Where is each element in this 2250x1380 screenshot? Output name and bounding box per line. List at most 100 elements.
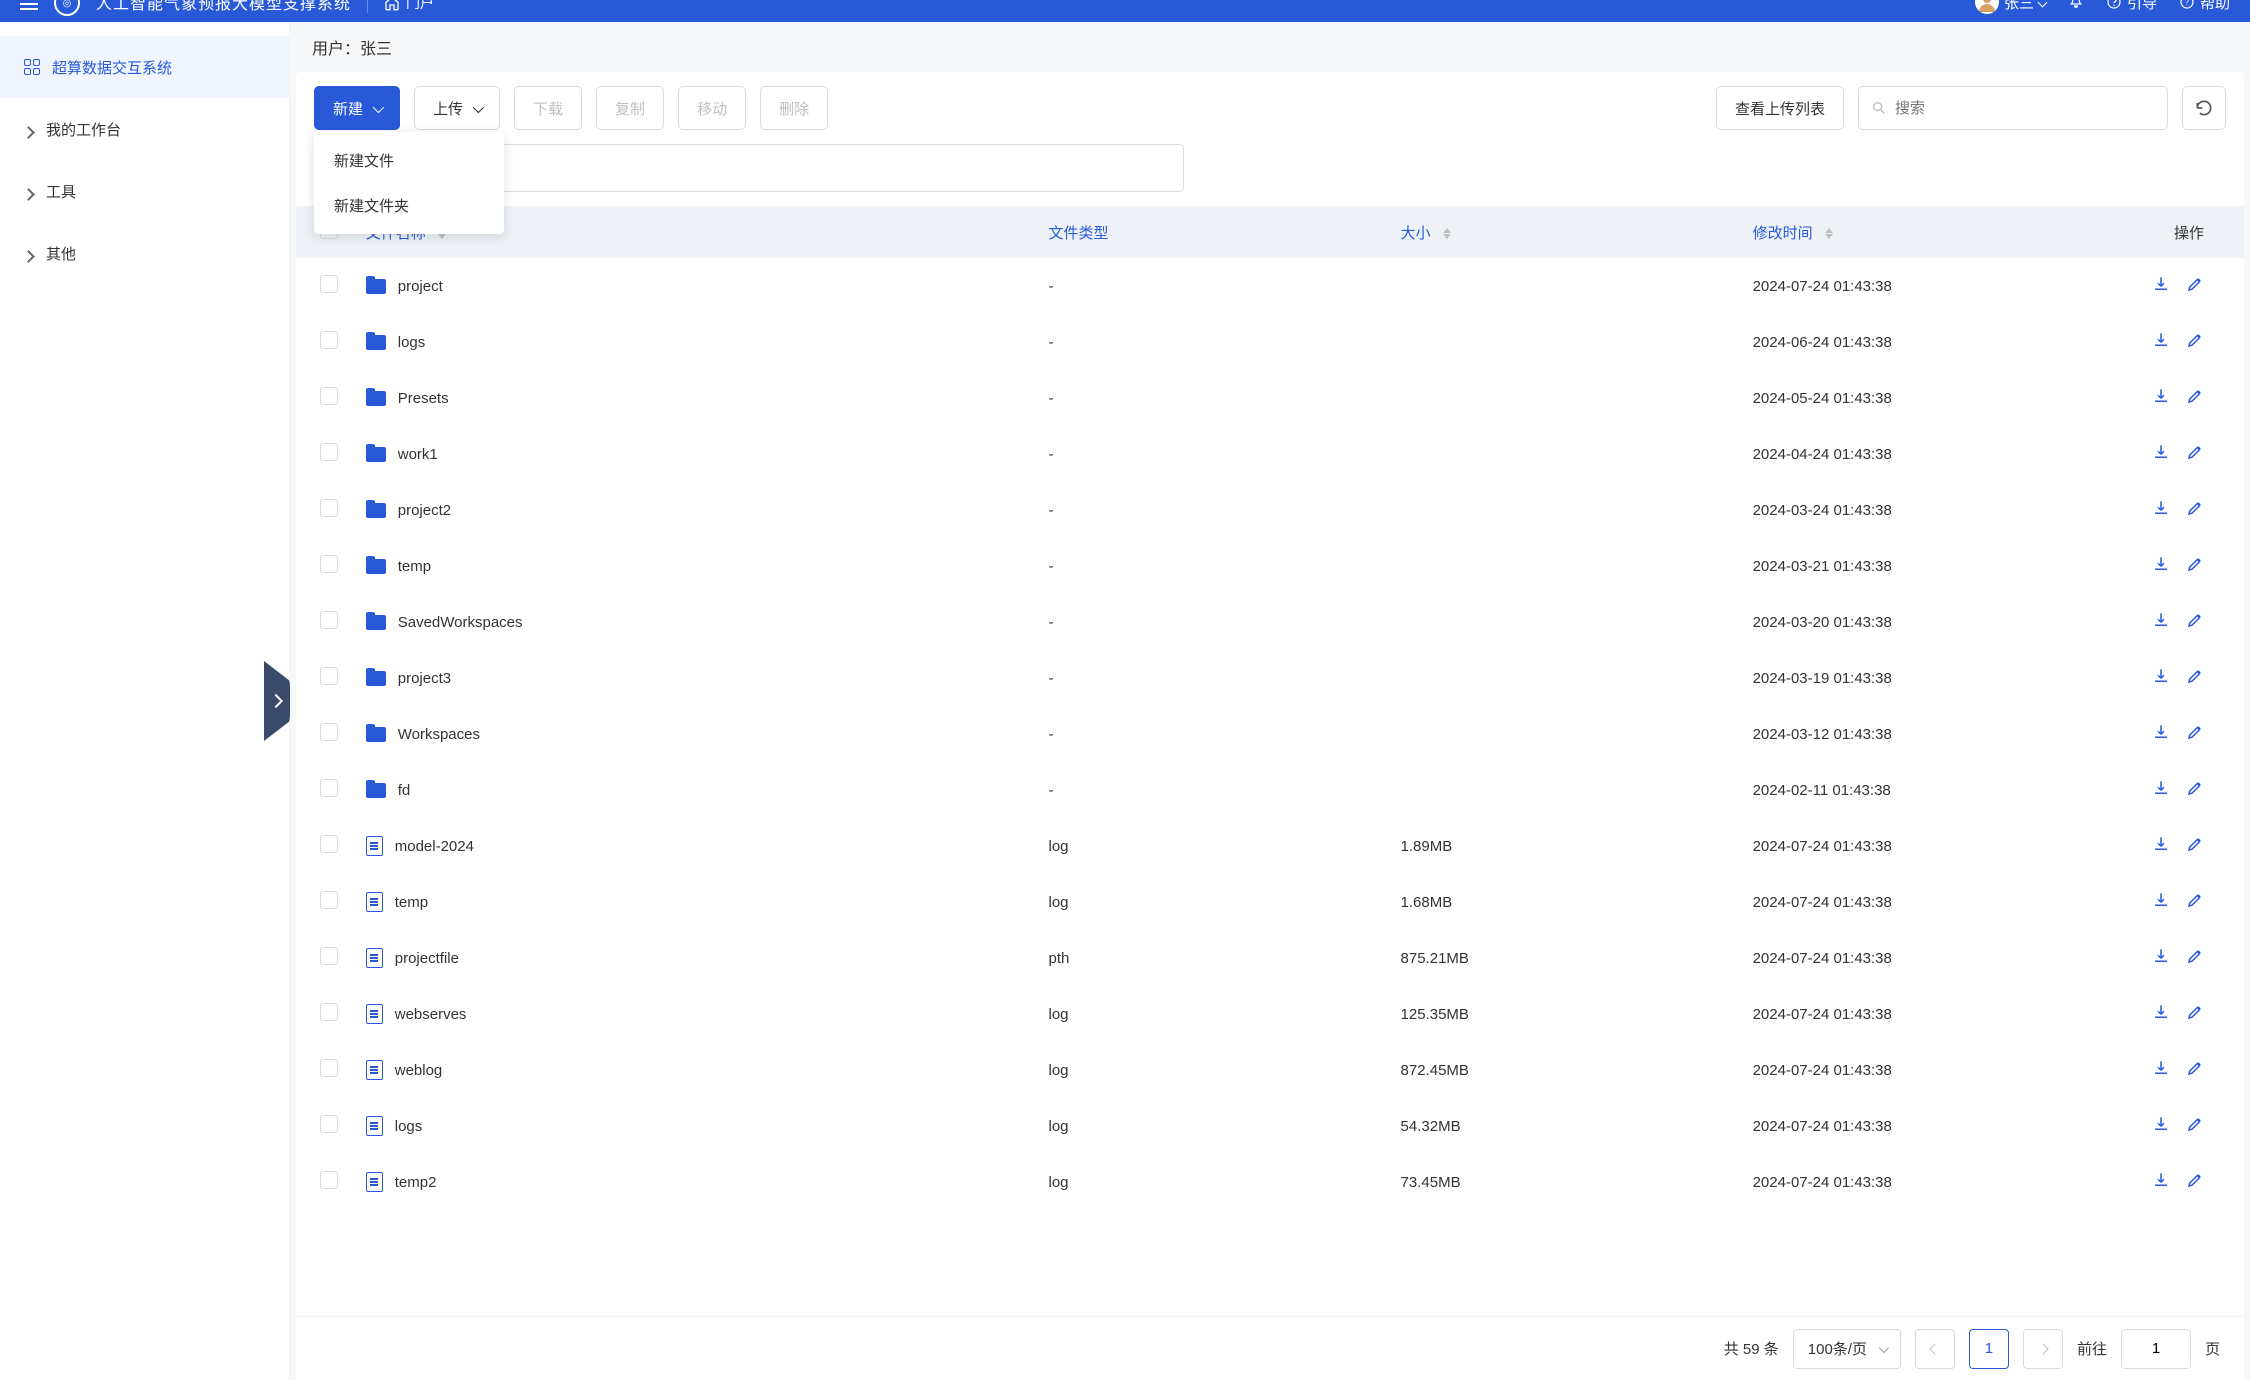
sidebar-item-other[interactable]: 其他: [0, 222, 289, 284]
edit-row-button[interactable]: [2186, 443, 2204, 465]
edit-row-button[interactable]: [2186, 891, 2204, 913]
edit-row-button[interactable]: [2186, 275, 2204, 297]
header-size[interactable]: 大小: [1391, 206, 1743, 258]
table-row[interactable]: logs-2024-06-24 01:43:38: [296, 314, 2244, 370]
help-button[interactable]: ? 帮助: [2179, 0, 2230, 13]
row-checkbox[interactable]: [296, 426, 356, 482]
table-row[interactable]: temp-2024-03-21 01:43:38: [296, 538, 2244, 594]
upload-button[interactable]: 上传: [414, 86, 500, 130]
download-row-button[interactable]: [2152, 667, 2170, 689]
file-name-cell[interactable]: weblog: [366, 1060, 1029, 1080]
guide-button[interactable]: 引导: [2106, 0, 2157, 13]
row-checkbox[interactable]: [296, 650, 356, 706]
search-box[interactable]: [1858, 86, 2168, 130]
sidebar-item-data-system[interactable]: 超算数据交互系统: [0, 36, 289, 98]
table-row[interactable]: project3-2024-03-19 01:43:38: [296, 650, 2244, 706]
header-filetype[interactable]: 文件类型: [1038, 206, 1390, 258]
file-name-cell[interactable]: project: [366, 278, 1029, 295]
download-row-button[interactable]: [2152, 891, 2170, 913]
page-number-button[interactable]: 1: [1969, 1329, 2009, 1369]
file-name-cell[interactable]: projectfile: [366, 948, 1029, 968]
download-row-button[interactable]: [2152, 387, 2170, 409]
move-button[interactable]: 移动: [678, 86, 746, 130]
table-row[interactable]: SavedWorkspaces-2024-03-20 01:43:38: [296, 594, 2244, 650]
table-row[interactable]: webserveslog125.35MB2024-07-24 01:43:38: [296, 986, 2244, 1042]
jump-page-input[interactable]: [2121, 1329, 2191, 1369]
file-name-cell[interactable]: work1: [366, 446, 1029, 463]
delete-button[interactable]: 删除: [760, 86, 828, 130]
row-checkbox[interactable]: [296, 818, 356, 874]
edit-row-button[interactable]: [2186, 555, 2204, 577]
row-checkbox[interactable]: [296, 986, 356, 1042]
row-checkbox[interactable]: [296, 706, 356, 762]
edit-row-button[interactable]: [2186, 331, 2204, 353]
dropdown-new-file[interactable]: 新建文件: [314, 138, 504, 183]
table-row[interactable]: work1-2024-04-24 01:43:38: [296, 426, 2244, 482]
table-row[interactable]: project2-2024-03-24 01:43:38: [296, 482, 2244, 538]
hamburger-menu-icon[interactable]: [20, 0, 38, 14]
download-row-button[interactable]: [2152, 835, 2170, 857]
user-menu[interactable]: 张三: [1975, 0, 2046, 14]
page-size-select[interactable]: 100条/页: [1793, 1329, 1901, 1369]
row-checkbox[interactable]: [296, 258, 356, 314]
download-row-button[interactable]: [2152, 1171, 2170, 1193]
edit-row-button[interactable]: [2186, 387, 2204, 409]
download-row-button[interactable]: [2152, 443, 2170, 465]
edit-row-button[interactable]: [2186, 499, 2204, 521]
edit-row-button[interactable]: [2186, 1059, 2204, 1081]
table-row[interactable]: project-2024-07-24 01:43:38: [296, 258, 2244, 314]
file-name-cell[interactable]: Workspaces: [366, 726, 1029, 743]
header-modified[interactable]: 修改时间: [1743, 206, 2106, 258]
row-checkbox[interactable]: [296, 1154, 356, 1210]
download-button[interactable]: 下载: [514, 86, 582, 130]
file-name-cell[interactable]: temp: [366, 558, 1029, 575]
edit-row-button[interactable]: [2186, 723, 2204, 745]
file-name-cell[interactable]: logs: [366, 1116, 1029, 1136]
edit-row-button[interactable]: [2186, 1115, 2204, 1137]
row-checkbox[interactable]: [296, 874, 356, 930]
download-row-button[interactable]: [2152, 555, 2170, 577]
search-input[interactable]: [1895, 100, 2155, 117]
download-row-button[interactable]: [2152, 1003, 2170, 1025]
file-name-cell[interactable]: model-2024: [366, 836, 1029, 856]
row-checkbox[interactable]: [296, 762, 356, 818]
download-row-button[interactable]: [2152, 1115, 2170, 1137]
table-row[interactable]: temp2log73.45MB2024-07-24 01:43:38: [296, 1154, 2244, 1210]
refresh-button[interactable]: [2182, 86, 2226, 130]
table-row[interactable]: logslog54.32MB2024-07-24 01:43:38: [296, 1098, 2244, 1154]
table-row[interactable]: webloglog872.45MB2024-07-24 01:43:38: [296, 1042, 2244, 1098]
table-row[interactable]: Presets-2024-05-24 01:43:38: [296, 370, 2244, 426]
row-checkbox[interactable]: [296, 594, 356, 650]
file-name-cell[interactable]: SavedWorkspaces: [366, 614, 1029, 631]
file-name-cell[interactable]: temp: [366, 892, 1029, 912]
notification-button[interactable]: [2068, 0, 2084, 10]
download-row-button[interactable]: [2152, 947, 2170, 969]
next-page-button[interactable]: [2023, 1329, 2063, 1369]
portal-link[interactable]: 门户: [384, 0, 434, 13]
file-name-cell[interactable]: project3: [366, 670, 1029, 687]
file-name-cell[interactable]: logs: [366, 334, 1029, 351]
edit-row-button[interactable]: [2186, 947, 2204, 969]
table-row[interactable]: model-2024log1.89MB2024-07-24 01:43:38: [296, 818, 2244, 874]
edit-row-button[interactable]: [2186, 835, 2204, 857]
table-row[interactable]: Workspaces-2024-03-12 01:43:38: [296, 706, 2244, 762]
edit-row-button[interactable]: [2186, 779, 2204, 801]
download-row-button[interactable]: [2152, 779, 2170, 801]
copy-button[interactable]: 复制: [596, 86, 664, 130]
table-row[interactable]: templog1.68MB2024-07-24 01:43:38: [296, 874, 2244, 930]
edit-row-button[interactable]: [2186, 611, 2204, 633]
dropdown-new-folder[interactable]: 新建文件夹: [314, 183, 504, 228]
file-name-cell[interactable]: temp2: [366, 1172, 1029, 1192]
file-name-cell[interactable]: project2: [366, 502, 1029, 519]
edit-row-button[interactable]: [2186, 1171, 2204, 1193]
file-name-cell[interactable]: fd: [366, 782, 1029, 799]
row-checkbox[interactable]: [296, 370, 356, 426]
download-row-button[interactable]: [2152, 275, 2170, 297]
file-name-cell[interactable]: Presets: [366, 390, 1029, 407]
sidebar-item-tools[interactable]: 工具: [0, 160, 289, 222]
row-checkbox[interactable]: [296, 930, 356, 986]
edit-row-button[interactable]: [2186, 667, 2204, 689]
download-row-button[interactable]: [2152, 499, 2170, 521]
download-row-button[interactable]: [2152, 1059, 2170, 1081]
row-checkbox[interactable]: [296, 314, 356, 370]
